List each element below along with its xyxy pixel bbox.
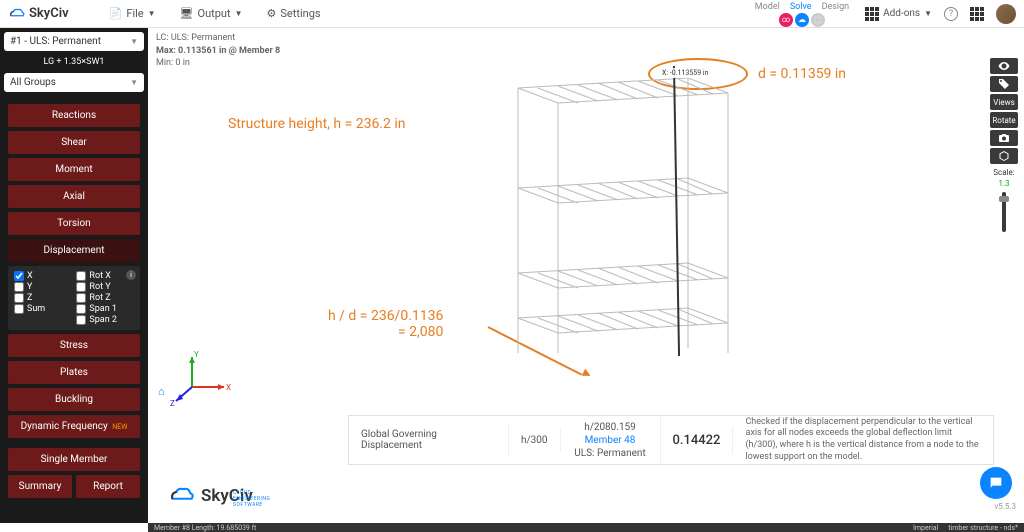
x-displacement-label: X: -0.113559 in	[660, 68, 710, 78]
visibility-icon[interactable]	[990, 58, 1018, 74]
apps-icon[interactable]	[970, 7, 984, 21]
displacement-button[interactable]: Displacement	[8, 239, 140, 262]
settings-menu[interactable]: ⚙ Settings	[267, 7, 321, 20]
camera-icon[interactable]	[990, 130, 1018, 146]
span1-checkbox[interactable]: Span 1	[76, 304, 134, 314]
avatar[interactable]	[996, 4, 1016, 24]
groups-dropdown[interactable]: All Groups ▼	[4, 73, 144, 92]
version-label: v5.5.3	[994, 502, 1016, 511]
buckling-button[interactable]: Buckling	[8, 388, 140, 411]
arrow-head-icon	[582, 369, 593, 380]
results-limit: h/300	[509, 429, 561, 452]
torsion-button[interactable]: Torsion	[8, 212, 140, 235]
mode-design-tab[interactable]: Design	[818, 1, 854, 13]
logo[interactable]: SkyCiv	[8, 6, 69, 21]
chevron-down-icon: ▼	[924, 9, 932, 18]
mode-model-tab[interactable]: Model	[751, 1, 784, 13]
annotation-ratio: h / d = 236/0.1136 = 2,080	[328, 308, 443, 340]
chevron-down-icon: ▼	[235, 9, 243, 18]
scale-value: 1.3	[990, 179, 1018, 188]
skyciv-watermark: SkyCiv CLOUD ENGINEERING SOFTWARE	[168, 485, 253, 507]
mode-solve-icon[interactable]: ☁	[795, 13, 809, 27]
skyciv-icon	[8, 7, 26, 21]
load-case-dropdown[interactable]: #1 - ULS: Permanent ▼	[4, 32, 144, 51]
shear-button[interactable]: Shear	[8, 131, 140, 154]
member-link[interactable]: Member 48	[573, 434, 648, 447]
displacement-options: i X Rot X Y Rot Y Z Rot Z Sum Span 1 Spa…	[8, 266, 140, 330]
mode-model-icon[interactable]: ∞	[779, 13, 793, 27]
status-units[interactable]: Imperial	[913, 524, 938, 532]
single-member-button[interactable]: Single Member	[8, 448, 140, 471]
x-checkbox[interactable]: X	[14, 271, 72, 281]
results-ratio: 0.14422	[661, 427, 734, 454]
results-description: Checked if the displacement perpendicula…	[733, 411, 993, 470]
file-menu[interactable]: 📄 File ▼	[109, 7, 156, 20]
report-button[interactable]: Report	[76, 475, 140, 498]
svg-text:Z: Z	[170, 399, 175, 408]
info-icon[interactable]: i	[126, 270, 136, 280]
dynamic-frequency-button[interactable]: Dynamic Frequency NEW	[8, 415, 140, 438]
gear-icon: ⚙	[267, 7, 277, 20]
canvas-info: LC: ULS: Permanent Max: 0.113561 in @ Me…	[156, 32, 280, 70]
svg-text:X: X	[226, 383, 231, 392]
chevron-down-icon: ▼	[130, 37, 138, 46]
sidebar: #1 - ULS: Permanent ▼ LG + 1.35×SW1 All …	[0, 28, 148, 523]
coordinate-system: X Y Z	[164, 349, 234, 413]
results-panel: Global Governing Displacement h/300 h/20…	[348, 415, 994, 465]
structure-model	[488, 58, 748, 358]
file-icon: 📄	[109, 7, 123, 20]
annotation-disp: d = 0.11359 in	[758, 66, 846, 82]
status-member: Member #8 Length: 19.685039 ft	[154, 524, 256, 532]
addons-menu[interactable]: Add-ons ▼	[865, 7, 932, 21]
sum-checkbox[interactable]: Sum	[14, 304, 72, 314]
moment-button[interactable]: Moment	[8, 158, 140, 181]
scale-label: Scale:	[990, 168, 1018, 177]
help-icon[interactable]: ?	[944, 7, 958, 21]
cube-icon[interactable]	[990, 148, 1018, 164]
view-toolbar: Views Rotate Scale: 1.3	[990, 58, 1018, 234]
chat-icon[interactable]	[980, 467, 1012, 499]
reactions-button[interactable]: Reactions	[8, 104, 140, 127]
rotate-button[interactable]: Rotate	[990, 112, 1018, 128]
views-button[interactable]: Views	[990, 94, 1018, 110]
results-member: h/2080.159 Member 48 ULS: Permanent	[561, 415, 661, 466]
logo-text: SkyCiv	[29, 6, 69, 21]
annotation-height: Structure height, h = 236.2 in	[228, 116, 406, 132]
results-title: Global Governing Displacement	[349, 423, 509, 457]
svg-text:Y: Y	[194, 350, 199, 359]
chevron-down-icon: ▼	[148, 9, 156, 18]
load-formula: LG + 1.35×SW1	[4, 55, 144, 73]
axial-button[interactable]: Axial	[8, 185, 140, 208]
plates-button[interactable]: Plates	[8, 361, 140, 384]
status-bar: Member #8 Length: 19.685039 ft Imperial …	[148, 523, 1024, 532]
canvas-viewport[interactable]: LC: ULS: Permanent Max: 0.113561 in @ Me…	[148, 28, 1024, 523]
chevron-down-icon: ▼	[130, 78, 138, 87]
roty-checkbox[interactable]: Rot Y	[76, 282, 134, 292]
rotz-checkbox[interactable]: Rot Z	[76, 293, 134, 303]
stress-button[interactable]: Stress	[8, 334, 140, 357]
z-checkbox[interactable]: Z	[14, 293, 72, 303]
scale-slider[interactable]	[1002, 192, 1006, 232]
span2-checkbox[interactable]: Span 2	[76, 315, 134, 325]
output-menu[interactable]: 🖥 Output ▼	[180, 7, 243, 20]
monitor-icon: 🖥	[180, 7, 194, 20]
mode-design-icon[interactable]: ⬚	[811, 13, 825, 27]
grid-icon	[865, 7, 879, 21]
status-file[interactable]: timber structure - nds*	[948, 524, 1018, 532]
new-badge: NEW	[112, 423, 127, 431]
y-checkbox[interactable]: Y	[14, 282, 72, 292]
tag-icon[interactable]	[990, 76, 1018, 92]
summary-button[interactable]: Summary	[8, 475, 72, 498]
mode-solve-tab[interactable]: Solve	[786, 1, 816, 13]
